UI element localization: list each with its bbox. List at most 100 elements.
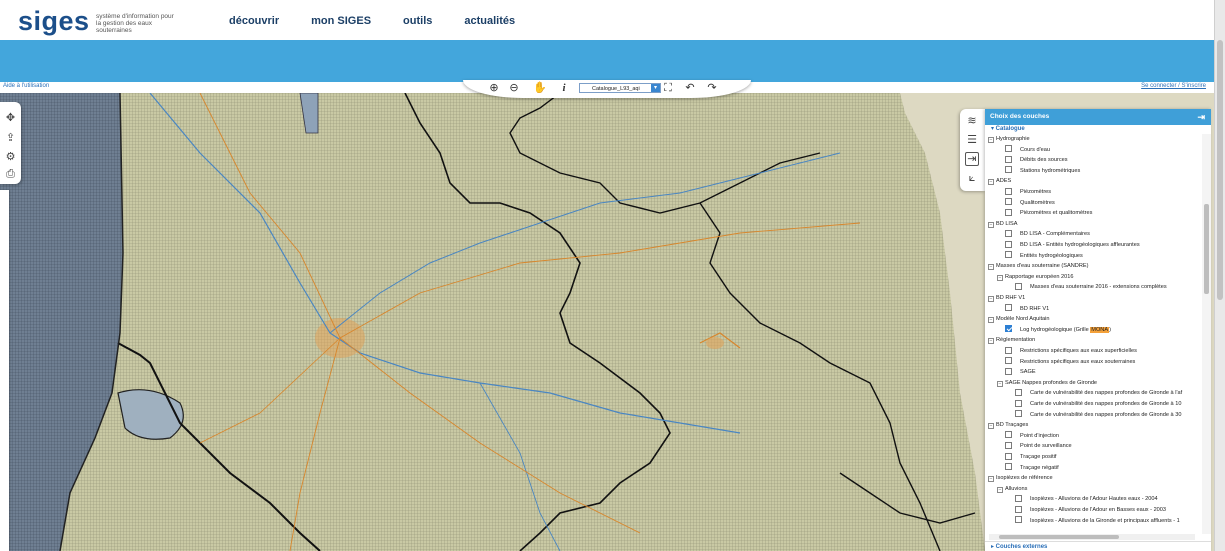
tree-layer[interactable]: Qualitomètres bbox=[1005, 198, 1055, 209]
export-icon[interactable]: ⇪ bbox=[4, 132, 17, 145]
tree-group[interactable]: − Masses d'eau souterraine (SANDRE) bbox=[988, 261, 1088, 272]
move-icon[interactable]: ✥ bbox=[4, 112, 17, 125]
settings-icon[interactable]: ⚙ bbox=[4, 151, 17, 164]
tree-layer[interactable]: Débits des sources bbox=[1005, 155, 1068, 166]
nav-actualites[interactable]: actualités bbox=[464, 15, 515, 27]
print-icon[interactable]: ⎙ bbox=[4, 168, 17, 181]
layers-icon[interactable]: ≋ bbox=[965, 114, 979, 128]
collapse-toggle-icon[interactable]: − bbox=[988, 179, 994, 186]
collapse-panel-icon[interactable]: ⇥ bbox=[1197, 109, 1205, 125]
tree-layer[interactable]: Carte de vulnérabilité des nappes profon… bbox=[1015, 399, 1181, 410]
tree-group[interactable]: − BD Traçages bbox=[988, 420, 1028, 431]
undo-icon[interactable]: ↶ bbox=[683, 81, 697, 95]
info-icon[interactable]: i bbox=[557, 81, 571, 95]
tree-group[interactable]: − Réglementation bbox=[988, 335, 1035, 346]
layer-checkbox[interactable] bbox=[1015, 399, 1022, 407]
tree-layer[interactable]: Point de surveillance bbox=[1005, 441, 1072, 452]
tree-layer[interactable]: Restrictions spécifiques aux eaux souter… bbox=[1005, 357, 1135, 368]
collapse-toggle-icon[interactable]: − bbox=[988, 296, 994, 302]
tree-layer[interactable]: Isopièzes - Alluvions de l'Adour en Bass… bbox=[1015, 505, 1166, 516]
tree-group[interactable]: − Isopièzes de référence bbox=[988, 473, 1053, 484]
layer-checkbox[interactable] bbox=[1015, 410, 1022, 418]
siges-logo[interactable]: siges bbox=[18, 6, 90, 37]
collapse-toggle-icon[interactable]: − bbox=[988, 423, 994, 430]
layer-checkbox[interactable] bbox=[1005, 357, 1012, 365]
layer-checkbox[interactable] bbox=[1015, 282, 1022, 290]
import-icon[interactable]: ⇥ bbox=[965, 152, 979, 166]
nav-decouvrir[interactable]: découvrir bbox=[229, 15, 279, 27]
collapse-toggle-icon[interactable]: − bbox=[988, 221, 994, 228]
collapse-toggle-icon[interactable]: − bbox=[997, 380, 1003, 387]
tree-group[interactable]: − BD LISA bbox=[988, 219, 1017, 230]
tree-layer[interactable]: SAGE bbox=[1005, 367, 1036, 378]
layer-checkbox[interactable] bbox=[1005, 452, 1012, 460]
layer-checkbox[interactable] bbox=[1015, 388, 1022, 396]
zoom-out-icon[interactable]: ⊖ bbox=[507, 81, 521, 95]
help-link[interactable]: Aide à l'utilisation bbox=[3, 83, 49, 89]
layer-checkbox[interactable] bbox=[1005, 304, 1012, 312]
collapse-toggle-icon[interactable]: − bbox=[997, 486, 1003, 493]
tree-layer[interactable]: Piézomètres et qualitomètres bbox=[1005, 208, 1092, 219]
layer-checkbox[interactable] bbox=[1015, 494, 1022, 502]
layer-checkbox[interactable] bbox=[1005, 251, 1012, 259]
tree-layer[interactable]: BD RHF V1 bbox=[1005, 304, 1049, 315]
tree-group[interactable]: − Alluvions bbox=[997, 484, 1027, 495]
layer-tree-vscroll-thumb[interactable] bbox=[1204, 204, 1209, 294]
tree-layer[interactable]: Stations hydrométriques bbox=[1005, 166, 1080, 177]
login-link[interactable]: Se connecter / S'inscrire bbox=[1141, 83, 1206, 89]
layer-checkbox[interactable] bbox=[1005, 166, 1012, 174]
layer-tree-hscroll[interactable] bbox=[989, 534, 1195, 540]
layer-checkbox[interactable] bbox=[1005, 441, 1012, 449]
legend-icon[interactable]: ☰ bbox=[965, 133, 979, 147]
tree-layer[interactable]: Point d'injection bbox=[1005, 431, 1059, 442]
tree-group[interactable]: − SAGE Nappes profondes de Gironde bbox=[997, 378, 1097, 389]
collapse-toggle-icon[interactable]: − bbox=[988, 338, 994, 345]
collapse-toggle-icon[interactable]: − bbox=[988, 476, 994, 483]
layer-checkbox[interactable] bbox=[1005, 198, 1012, 206]
pan-hand-icon[interactable]: ✋ bbox=[533, 81, 547, 95]
tree-layer[interactable]: Cours d'eau bbox=[1005, 145, 1050, 156]
tree-layer[interactable]: BD LISA - Complémentaires bbox=[1005, 229, 1090, 240]
catalog-select[interactable]: Catalogue_L93_aqi ▾ bbox=[579, 83, 661, 93]
tree-group[interactable]: − Rapportage européen 2016 bbox=[997, 272, 1073, 283]
layer-checkbox[interactable] bbox=[1005, 155, 1012, 163]
tree-layer[interactable]: BD LISA - Entités hydrogéologiques affle… bbox=[1005, 240, 1140, 251]
layer-tree-hscroll-thumb[interactable] bbox=[999, 535, 1119, 539]
full-extent-icon[interactable]: ⛶ bbox=[661, 81, 675, 95]
tree-layer[interactable]: Carte de vulnérabilité des nappes profon… bbox=[1015, 388, 1182, 399]
layer-checkbox[interactable] bbox=[1015, 505, 1022, 513]
tree-layer[interactable]: Entités hydrogéologiques bbox=[1005, 251, 1083, 262]
nav-mon-siges[interactable]: mon SIGES bbox=[311, 15, 371, 27]
layer-checkbox[interactable] bbox=[1005, 145, 1012, 153]
tree-layer[interactable]: Piézomètres bbox=[1005, 187, 1051, 198]
collapse-toggle-icon[interactable]: − bbox=[988, 264, 994, 271]
layer-checkbox[interactable] bbox=[1005, 240, 1012, 248]
layer-checkbox[interactable] bbox=[1005, 463, 1012, 471]
layer-tree-vscroll[interactable] bbox=[1202, 134, 1211, 534]
tree-layer[interactable]: Isopièzes - Alluvions de la Gironde et p… bbox=[1015, 516, 1180, 527]
tree-layer[interactable]: Restrictions spécifiques aux eaux superf… bbox=[1005, 346, 1137, 357]
catalog-header[interactable]: ▾ Catalogue bbox=[985, 125, 1211, 134]
measure-icon[interactable]: ⟀ bbox=[965, 171, 979, 185]
page-scrollbar-thumb[interactable] bbox=[1217, 40, 1223, 300]
nav-outils[interactable]: outils bbox=[403, 15, 432, 27]
tree-layer[interactable]: Traçage positif bbox=[1005, 452, 1056, 463]
tree-group[interactable]: − Modèle Nord Aquitain bbox=[988, 314, 1050, 325]
redo-icon[interactable]: ↷ bbox=[705, 81, 719, 95]
tree-layer[interactable]: Log hydrogéologique (Grille MONA) bbox=[1005, 325, 1111, 336]
layer-checkbox[interactable] bbox=[1005, 431, 1012, 439]
tree-layer[interactable]: Isopièzes - Alluvions de l'Adour Hautes … bbox=[1015, 494, 1158, 505]
tree-layer[interactable]: Carte de vulnérabilité des nappes profon… bbox=[1015, 410, 1181, 421]
tree-group[interactable]: − BD RHF V1 bbox=[988, 293, 1025, 304]
layer-checkbox[interactable] bbox=[1005, 187, 1012, 195]
tree-group[interactable]: − ADES bbox=[988, 176, 1011, 187]
layer-checkbox[interactable] bbox=[1015, 516, 1022, 524]
chevron-down-icon[interactable]: ▾ bbox=[651, 84, 660, 92]
layer-checkbox[interactable] bbox=[1005, 346, 1012, 354]
collapse-toggle-icon[interactable]: − bbox=[988, 317, 994, 324]
tree-layer[interactable]: Masses d'eau souterraine 2016 - extensio… bbox=[1015, 282, 1167, 293]
external-layers-header[interactable]: ▸ Couches externes bbox=[985, 541, 1211, 551]
page-scrollbar[interactable] bbox=[1214, 0, 1225, 551]
layer-checkbox[interactable] bbox=[1005, 229, 1012, 237]
layer-checkbox[interactable] bbox=[1005, 208, 1012, 216]
